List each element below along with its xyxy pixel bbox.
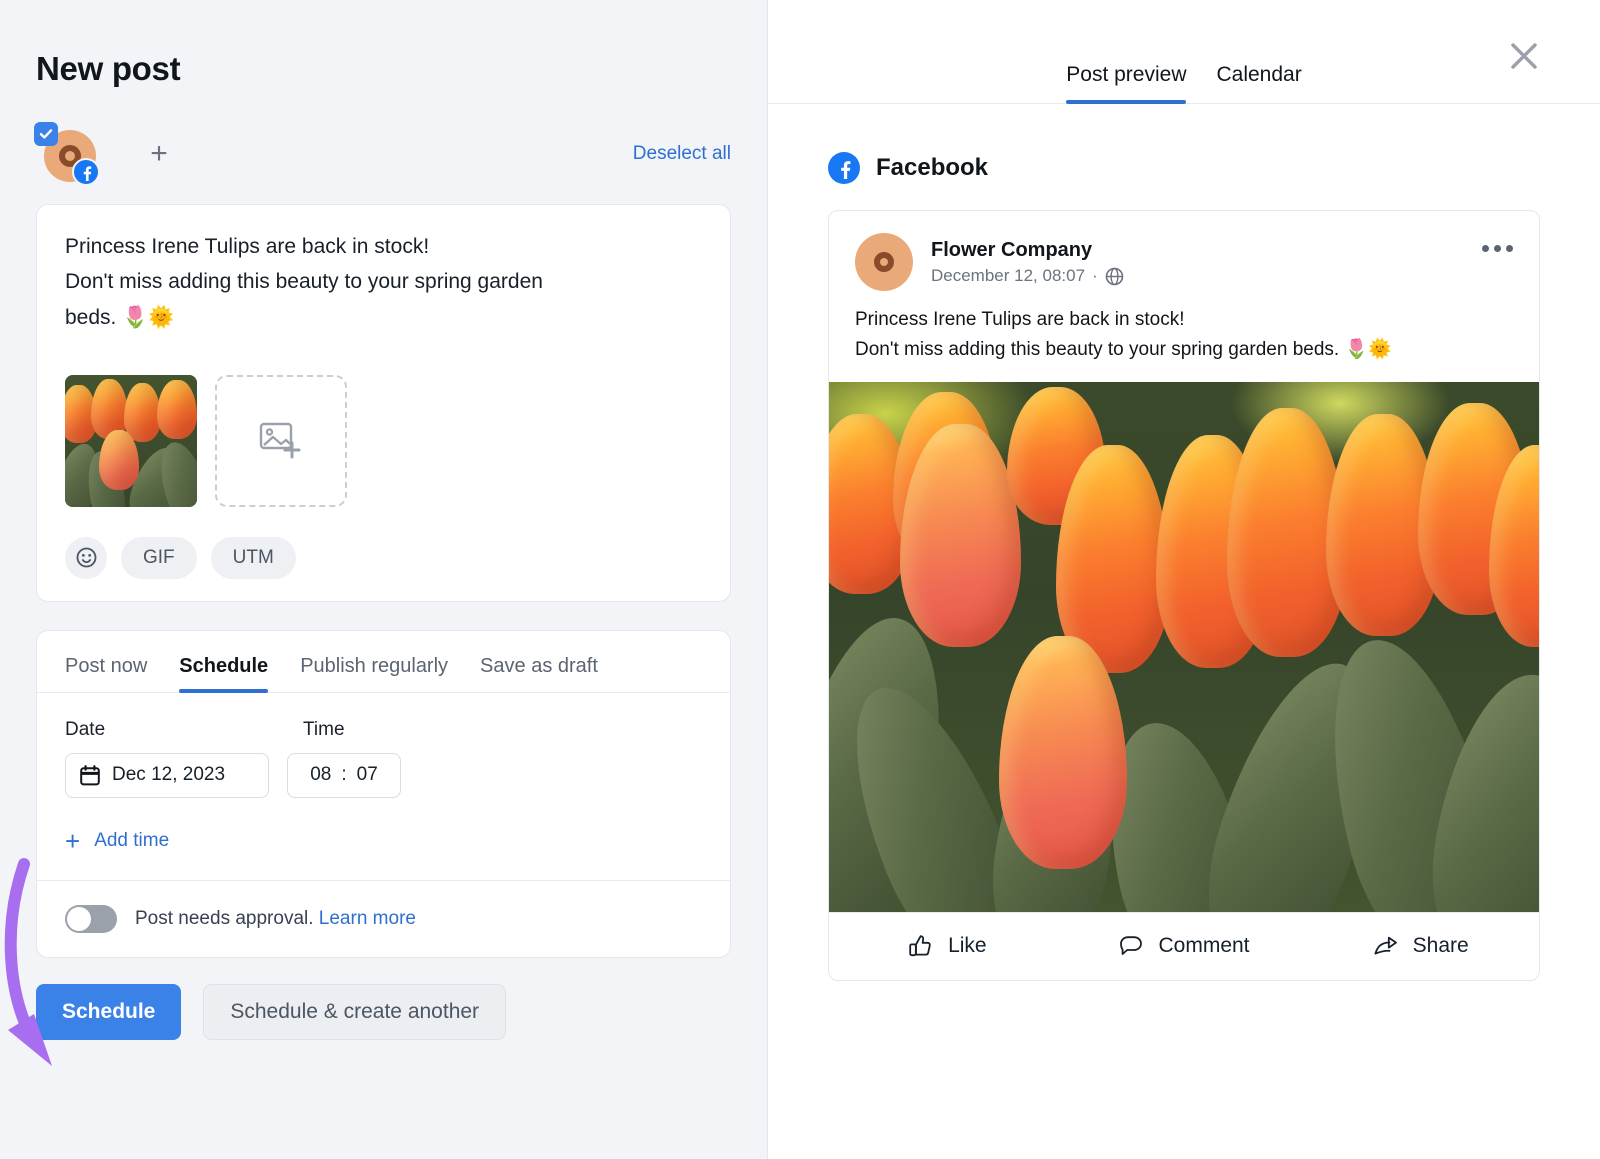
learn-more-link[interactable]: Learn more [319, 908, 416, 929]
composer-text-line-2: Don't miss adding this beauty to your sp… [65, 270, 543, 293]
network-header: Facebook [828, 152, 1540, 184]
page-title: New post [36, 50, 731, 88]
time-hour[interactable]: 08 [310, 764, 331, 786]
post-avatar [855, 233, 913, 291]
post-actions: Like Comment Share [829, 912, 1539, 980]
add-image-icon [259, 421, 303, 461]
preview-panel: Post preview Calendar Facebook [768, 0, 1600, 1159]
footer-actions: Schedule Schedule & create another [36, 984, 731, 1040]
post-text-line-1: Princess Irene Tulips are back in stock! [855, 309, 1184, 330]
utm-button[interactable]: UTM [211, 537, 296, 579]
like-button[interactable]: Like [829, 933, 1066, 959]
plus-icon: + [65, 828, 80, 854]
tab-post-preview[interactable]: Post preview [1066, 63, 1186, 103]
time-separator: : [341, 764, 346, 786]
tulips-photo-art [829, 382, 1539, 912]
composer-text[interactable]: Princess Irene Tulips are back in stock!… [65, 229, 702, 335]
new-post-modal: New post + Deselect all [0, 0, 1600, 1159]
composer-text-line-3: beds. 🌷🌞 [65, 306, 175, 329]
share-button[interactable]: Share [1302, 933, 1539, 959]
emoji-button[interactable] [65, 537, 107, 579]
tab-schedule[interactable]: Schedule [179, 655, 268, 692]
facebook-post-card: Flower Company December 12, 08:07 · [828, 210, 1540, 981]
dot [1506, 245, 1513, 252]
approval-toggle[interactable] [65, 905, 117, 933]
add-time-button[interactable]: + Add time [65, 828, 169, 854]
post-timestamp: December 12, 08:07 [931, 266, 1085, 286]
deselect-all-link[interactable]: Deselect all [633, 143, 731, 165]
post-text-line-2: Don't miss adding this beauty to your sp… [855, 339, 1392, 360]
dot [1482, 245, 1489, 252]
gif-button[interactable]: GIF [121, 537, 197, 579]
post-header: Flower Company December 12, 08:07 · [829, 211, 1539, 291]
avatar-letter-o [874, 252, 894, 272]
network-title: Facebook [876, 154, 988, 182]
approval-text: Post needs approval. Learn more [135, 908, 416, 930]
date-time-inputs: Dec 12, 2023 08 : 07 [65, 753, 702, 798]
post-meta: Flower Company December 12, 08:07 · [931, 238, 1124, 286]
date-value: Dec 12, 2023 [112, 764, 225, 786]
composer-card: Princess Irene Tulips are back in stock!… [36, 204, 731, 602]
tab-save-as-draft[interactable]: Save as draft [480, 655, 598, 692]
close-button[interactable] [1506, 38, 1542, 74]
approval-row: Post needs approval. Learn more [37, 880, 730, 957]
schedule-body: Date Time Dec 12, 2023 08 : [37, 693, 730, 880]
time-minute[interactable]: 07 [357, 764, 378, 786]
add-account-button[interactable]: + [144, 139, 174, 169]
media-thumbnail[interactable] [65, 375, 197, 507]
post-body-text: Princess Irene Tulips are back in stock!… [829, 291, 1539, 382]
facebook-icon [72, 158, 100, 186]
like-label: Like [948, 934, 987, 958]
date-input[interactable]: Dec 12, 2023 [65, 753, 269, 798]
schedule-tabs: Post now Schedule Publish regularly Save… [37, 631, 730, 693]
time-input[interactable]: 08 : 07 [287, 753, 401, 798]
add-time-label: Add time [94, 830, 169, 852]
share-arrow-icon [1373, 933, 1399, 959]
account-checkbox[interactable] [34, 122, 58, 146]
field-labels: Date Time [65, 719, 702, 741]
close-icon [1506, 38, 1542, 74]
date-label: Date [65, 719, 269, 741]
tab-publish-regularly[interactable]: Publish regularly [300, 655, 448, 692]
schedule-card: Post now Schedule Publish regularly Save… [36, 630, 731, 958]
comment-button[interactable]: Comment [1066, 933, 1303, 959]
account-selector-row: + Deselect all [36, 122, 731, 186]
preview-tabs: Post preview Calendar [768, 0, 1600, 104]
schedule-button[interactable]: Schedule [36, 984, 181, 1040]
approval-label: Post needs approval. [135, 908, 314, 929]
emoji-smiley-icon [75, 546, 98, 569]
composer-text-line-1: Princess Irene Tulips are back in stock! [65, 235, 429, 258]
schedule-and-create-another-button[interactable]: Schedule & create another [203, 984, 506, 1040]
globe-icon [1105, 267, 1124, 286]
tulips-thumbnail-art [65, 375, 197, 507]
time-label: Time [303, 719, 345, 741]
post-timestamp-row: December 12, 08:07 · [931, 266, 1124, 286]
composer-chip-row: GIF UTM [65, 537, 702, 579]
tab-calendar[interactable]: Calendar [1216, 63, 1301, 103]
dot [1494, 245, 1501, 252]
account-avatar[interactable] [36, 124, 96, 184]
tab-post-now[interactable]: Post now [65, 655, 147, 692]
post-photo[interactable] [829, 382, 1539, 912]
calendar-icon [80, 765, 100, 786]
comment-label: Comment [1158, 934, 1249, 958]
comment-bubble-icon [1118, 933, 1144, 959]
toggle-knob [67, 907, 91, 931]
share-label: Share [1413, 934, 1469, 958]
media-row [65, 375, 702, 507]
add-media-button[interactable] [215, 375, 347, 507]
composer-panel: New post + Deselect all [0, 0, 768, 1159]
thumbs-up-icon [908, 933, 934, 959]
post-options-button[interactable] [1482, 245, 1513, 252]
facebook-icon [828, 152, 860, 184]
post-author: Flower Company [931, 238, 1124, 263]
separator-dot: · [1092, 266, 1098, 286]
preview-content: Facebook Flower Company December 12, 08:… [768, 104, 1600, 981]
